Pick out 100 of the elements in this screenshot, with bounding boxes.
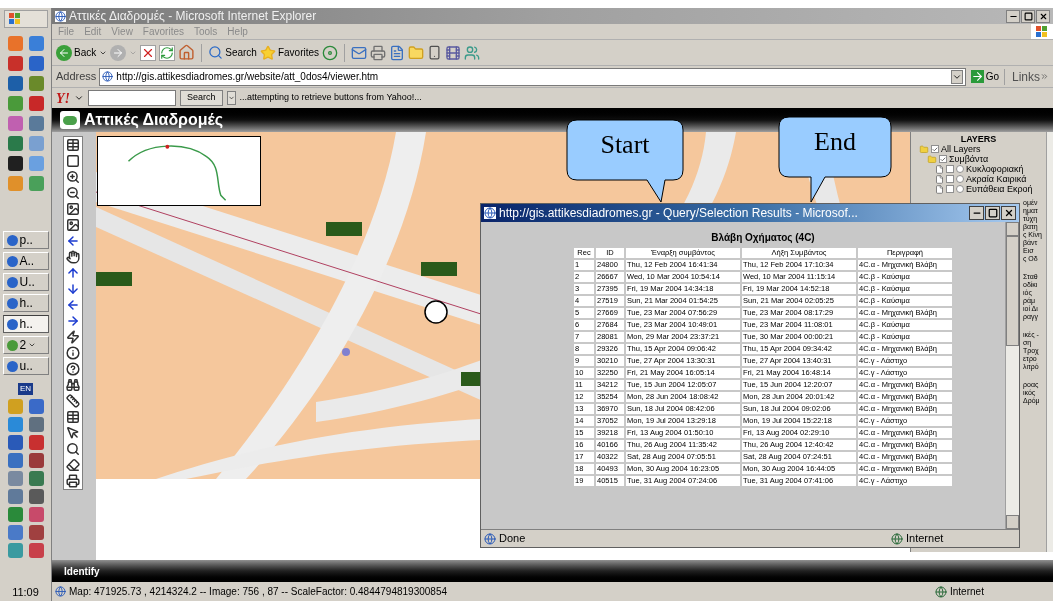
table-icon[interactable] — [64, 409, 82, 425]
layers-title: LAYERS — [959, 134, 998, 144]
ruler-icon[interactable] — [64, 393, 82, 409]
close-icon — [1003, 208, 1014, 218]
dropdown-icon[interactable] — [950, 69, 963, 84]
maximize-icon — [1023, 11, 1033, 21]
yahoo-logo[interactable]: Y! — [56, 87, 70, 109]
links-button[interactable]: Links — [1008, 67, 1053, 86]
home-icon[interactable] — [178, 44, 196, 61]
close-icon — [1038, 11, 1048, 21]
window-icon[interactable] — [64, 153, 82, 169]
layer-label[interactable]: Κυκλοφοριακή — [966, 164, 1024, 174]
taskbar-button[interactable]: h.. — [2, 315, 49, 333]
taskbar-button[interactable]: h.. — [2, 294, 49, 312]
layer-checkbox[interactable] — [946, 165, 954, 173]
folder-icon — [919, 144, 929, 154]
image-icon[interactable] — [64, 217, 82, 233]
internet-icon — [935, 585, 947, 598]
layer-label[interactable]: Συμβάντα — [949, 154, 989, 164]
close-button[interactable] — [1036, 9, 1050, 23]
mail-icon[interactable] — [351, 44, 368, 61]
tool-label: Identify — [64, 564, 100, 579]
layer-checkbox[interactable] — [931, 145, 939, 153]
page-icon — [484, 532, 496, 545]
layer-label[interactable]: Ευπάθεια Εκροή — [966, 184, 1033, 194]
page-icon — [102, 71, 114, 82]
scrollbar[interactable] — [1005, 222, 1019, 529]
zoom-out-icon[interactable] — [64, 185, 82, 201]
taskbar-button[interactable]: p.. — [2, 231, 49, 249]
yahoo-search-field[interactable] — [88, 90, 176, 106]
radio-button[interactable] — [956, 175, 964, 183]
layer-checkbox[interactable] — [946, 175, 954, 183]
zone-label: Internet — [950, 585, 984, 599]
clock: 11:09 — [12, 586, 39, 599]
image-icon[interactable] — [64, 201, 82, 217]
zoom-in-icon[interactable] — [64, 169, 82, 185]
edit-icon[interactable] — [389, 44, 406, 61]
search-icon — [208, 45, 224, 60]
chevron-icon — [1040, 72, 1049, 81]
binoculars-icon[interactable] — [64, 377, 82, 393]
dropdown-icon[interactable] — [226, 91, 236, 105]
pencil-menu-icon[interactable] — [74, 93, 84, 103]
refresh-icon[interactable] — [159, 44, 176, 61]
caret-icon — [28, 341, 37, 349]
file-icon — [935, 174, 944, 184]
address-field[interactable]: http://gis.attikesdiadromes.gr/website/att_0dos4/viewer.htm — [99, 67, 966, 86]
star-icon — [259, 44, 276, 61]
layer-label[interactable]: All Layers — [941, 144, 981, 154]
scrollbar[interactable] — [1046, 132, 1053, 552]
address-label: Address — [56, 69, 97, 85]
taskbar-button[interactable]: u.. — [2, 357, 49, 375]
messenger-icon[interactable] — [464, 44, 481, 61]
layer-checkbox[interactable] — [946, 185, 954, 193]
logo-icon — [60, 111, 80, 129]
status-text: Done — [499, 531, 526, 547]
lightning-icon[interactable] — [64, 329, 82, 345]
file-icon — [935, 184, 944, 194]
zone-label: Internet — [906, 531, 945, 547]
favorites-button[interactable]: Favorites — [259, 44, 320, 61]
printer-icon[interactable] — [64, 473, 82, 489]
windows-logo-icon — [8, 13, 21, 25]
taskbar-button[interactable]: U.. — [2, 273, 49, 291]
page-icon — [55, 586, 66, 597]
close-button[interactable] — [1001, 206, 1016, 220]
app-icon[interactable] — [7, 156, 23, 171]
back-icon — [56, 44, 72, 61]
back-button[interactable]: Back — [56, 44, 97, 61]
help-icon[interactable] — [64, 361, 82, 377]
search-button[interactable]: Search — [208, 45, 257, 60]
info-icon[interactable] — [64, 345, 82, 361]
app-icon[interactable] — [28, 453, 44, 468]
taskbar-button[interactable]: A.. — [2, 252, 49, 270]
maximize-button[interactable] — [1021, 9, 1035, 23]
layer-label[interactable]: Ακραία Καιρικά — [966, 174, 1027, 184]
file-icon — [935, 164, 944, 174]
minimize-button[interactable] — [1006, 9, 1020, 23]
stop-icon[interactable] — [140, 44, 157, 61]
maximize-button[interactable] — [985, 206, 1000, 220]
status-text: Map: 471925.73 , 4214324.2 -- Image: 756 , 87 -- ScaleFactor: 0.4844794819300854 — [69, 585, 448, 599]
windows-logo-icon — [1036, 25, 1048, 38]
taskbar-button[interactable]: 2 — [2, 336, 49, 354]
hand-icon[interactable] — [64, 249, 82, 265]
search-icon[interactable] — [64, 441, 82, 457]
radio-button[interactable] — [956, 165, 964, 173]
panel-icon[interactable] — [64, 137, 82, 153]
film-icon[interactable] — [445, 44, 462, 61]
radio-button[interactable] — [956, 185, 964, 193]
maximize-icon — [987, 208, 998, 218]
eraser-icon[interactable] — [64, 457, 82, 473]
yahoo-search-button[interactable]: Search — [180, 90, 223, 106]
folder-icon — [927, 154, 937, 164]
browser-icon — [55, 10, 66, 22]
start-button[interactable] — [3, 10, 48, 28]
toolbar-message: ...attempting to retrieve buttons from Yahoo!... — [239, 91, 422, 105]
minimize-button[interactable] — [969, 206, 984, 220]
device-icon[interactable] — [427, 45, 443, 60]
go-button[interactable]: Go — [968, 69, 1001, 84]
app-title: Αττικές Διαδρομές — [84, 110, 224, 130]
media-icon[interactable] — [322, 44, 339, 61]
language-indicator[interactable]: EN — [17, 383, 34, 395]
